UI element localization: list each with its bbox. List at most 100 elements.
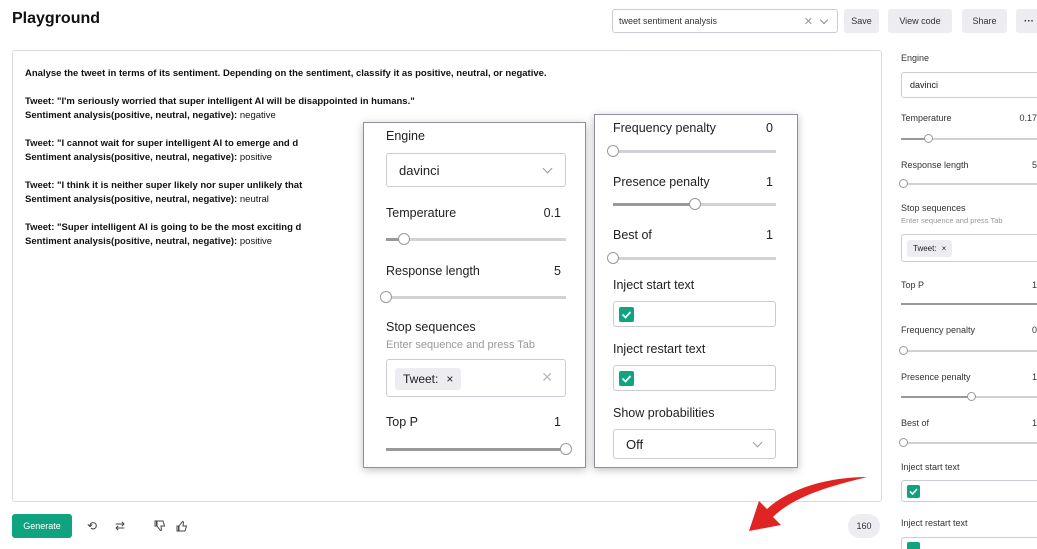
sidebar-inject-start-field[interactable]: [901, 480, 1037, 502]
chevron-down-icon: [542, 163, 553, 174]
slider-thumb[interactable]: [380, 291, 392, 303]
checkbox-checked-icon[interactable]: [907, 485, 920, 498]
stop-sequences-label: Stop sequences: [386, 320, 476, 334]
frequency-penalty-label: Frequency penalty: [613, 121, 716, 135]
sidebar-best-of-value: 1: [1031, 418, 1037, 428]
view-code-button[interactable]: View code: [888, 9, 952, 33]
thumbs-up-icon[interactable]: [172, 516, 192, 536]
checkbox-checked-icon[interactable]: [619, 307, 634, 322]
slider-thumb[interactable]: [607, 252, 619, 264]
sidebar-top-p-value: 1: [1031, 280, 1037, 290]
sidebar-frequency-penalty-label: Frequency penalty: [901, 325, 976, 335]
sidebar-best-of-slider[interactable]: [899, 438, 1037, 447]
sidebar-presence-penalty-value: 1: [1031, 372, 1037, 382]
prompt-line-completion: positive: [237, 152, 273, 163]
stop-sequence-chip[interactable]: Tweet: ×: [395, 368, 462, 390]
red-arrow-annotation: [749, 477, 867, 531]
sidebar-inject-restart-label: Inject restart text: [901, 518, 968, 528]
clear-icon[interactable]: ✕: [541, 369, 553, 386]
undo-icon[interactable]: ⟲: [82, 516, 102, 536]
clear-icon[interactable]: ✕: [804, 15, 813, 28]
prompt-line-text: Sentiment analysis(positive, neutral, ne…: [25, 236, 238, 247]
inject-restart-label: Inject restart text: [613, 342, 706, 356]
chevron-down-icon: [819, 15, 829, 24]
share-button[interactable]: Share: [962, 9, 1007, 33]
stop-chip-label: Tweet:: [913, 244, 937, 253]
chevron-down-icon: [752, 437, 763, 448]
response-length-slider[interactable]: [380, 291, 566, 303]
temperature-slider[interactable]: [386, 233, 566, 245]
zoom-panel-left: Engine davinci Temperature 0.1 Response …: [363, 122, 586, 468]
sidebar-response-length-slider[interactable]: [899, 179, 1037, 188]
show-probabilities-value: Off: [626, 436, 644, 452]
best-of-label: Best of: [613, 228, 652, 242]
stop-sequences-input[interactable]: Tweet: × ✕: [386, 359, 566, 397]
sidebar-frequency-penalty-slider[interactable]: [899, 346, 1037, 355]
sidebar-temperature-value: 0.17: [1019, 113, 1037, 123]
top-p-slider[interactable]: [386, 443, 572, 455]
prompt-line-text: Tweet: "Super intelligent AI is going to…: [25, 222, 302, 233]
checkbox-checked-icon[interactable]: [619, 371, 634, 386]
checkbox-checked-icon[interactable]: [907, 542, 920, 549]
slider-thumb[interactable]: [560, 443, 572, 455]
stop-sequences-hint: Enter sequence and press Tab: [386, 339, 536, 351]
remove-chip-icon[interactable]: ×: [942, 244, 947, 253]
prompt-line-completion: positive: [237, 236, 273, 247]
prompt-line: Analyse the tweet in terms of its sentim…: [25, 67, 865, 81]
best-of-value: 1: [766, 228, 773, 242]
settings-sidebar: Engine davinci Temperature 0.17 Response…: [893, 40, 1037, 549]
presence-penalty-value: 1: [766, 175, 773, 189]
frequency-penalty-slider[interactable]: [607, 145, 776, 157]
presence-penalty-label: Presence penalty: [613, 175, 710, 189]
prompt-line-text: Analyse the tweet in terms of its sentim…: [25, 68, 547, 79]
slider-thumb[interactable]: [689, 198, 701, 210]
show-probabilities-select[interactable]: Off: [613, 429, 776, 459]
save-button[interactable]: Save: [844, 9, 879, 33]
sidebar-engine-label: Engine: [901, 53, 930, 63]
best-of-slider[interactable]: [607, 252, 776, 264]
zoom-panel-right: Frequency penalty 0 Presence penalty 1 B…: [594, 114, 798, 468]
sidebar-temperature-label: Temperature: [901, 113, 952, 123]
sidebar-stop-sequences-input[interactable]: Tweet: ×: [901, 234, 1037, 262]
engine-label: Engine: [386, 129, 425, 143]
sidebar-inject-restart-field[interactable]: [901, 537, 1037, 549]
thumbs-down-icon[interactable]: [150, 516, 170, 536]
prompt-line-text: Sentiment analysis(positive, neutral, ne…: [25, 194, 238, 205]
engine-value: davinci: [399, 162, 440, 178]
generate-button[interactable]: Generate: [12, 514, 72, 538]
sidebar-engine-select[interactable]: davinci: [901, 72, 1037, 98]
prompt-line: Tweet: "I'm seriously worried that super…: [25, 95, 865, 109]
sidebar-engine-value: davinci: [910, 80, 939, 90]
prompt-line-text: Tweet: "I think it is neither super like…: [25, 180, 303, 191]
preset-value: tweet sentiment analysis: [619, 16, 718, 26]
sidebar-top-p-slider[interactable]: [901, 303, 1037, 305]
more-options-button[interactable]: ···: [1016, 9, 1037, 33]
frequency-penalty-value: 0: [766, 121, 773, 135]
slider-thumb[interactable]: [899, 179, 908, 188]
presence-penalty-slider[interactable]: [613, 198, 776, 210]
slider-thumb[interactable]: [398, 233, 410, 245]
regenerate-icon[interactable]: ⇄: [110, 516, 130, 536]
engine-select[interactable]: davinci: [386, 153, 566, 187]
slider-thumb[interactable]: [899, 346, 908, 355]
slider-thumb[interactable]: [899, 438, 908, 447]
remove-chip-icon[interactable]: ×: [446, 372, 453, 386]
sidebar-temperature-slider[interactable]: [901, 134, 1037, 143]
inject-restart-field[interactable]: [613, 365, 776, 391]
prompt-line-text: Tweet: "I cannot wait for super intellig…: [25, 138, 299, 149]
response-length-value: 5: [554, 264, 561, 278]
slider-thumb[interactable]: [924, 134, 933, 143]
sidebar-presence-penalty-slider[interactable]: [901, 392, 1037, 401]
response-length-label: Response length: [386, 264, 480, 278]
slider-thumb[interactable]: [967, 392, 976, 401]
top-p-value: 1: [554, 415, 561, 429]
prompt-line-text: Tweet: "I'm seriously worried that super…: [25, 96, 415, 107]
show-probabilities-label: Show probabilities: [613, 406, 715, 420]
inject-start-field[interactable]: [613, 301, 776, 327]
stop-sequence-chip[interactable]: Tweet: ×: [907, 240, 953, 257]
slider-thumb[interactable]: [607, 145, 619, 157]
preset-select[interactable]: tweet sentiment analysis ✕: [612, 9, 838, 33]
prompt-line-text: Sentiment analysis(positive, neutral, ne…: [25, 110, 238, 121]
top-p-label: Top P: [386, 415, 418, 429]
sidebar-frequency-penalty-value: 0: [1031, 325, 1037, 335]
